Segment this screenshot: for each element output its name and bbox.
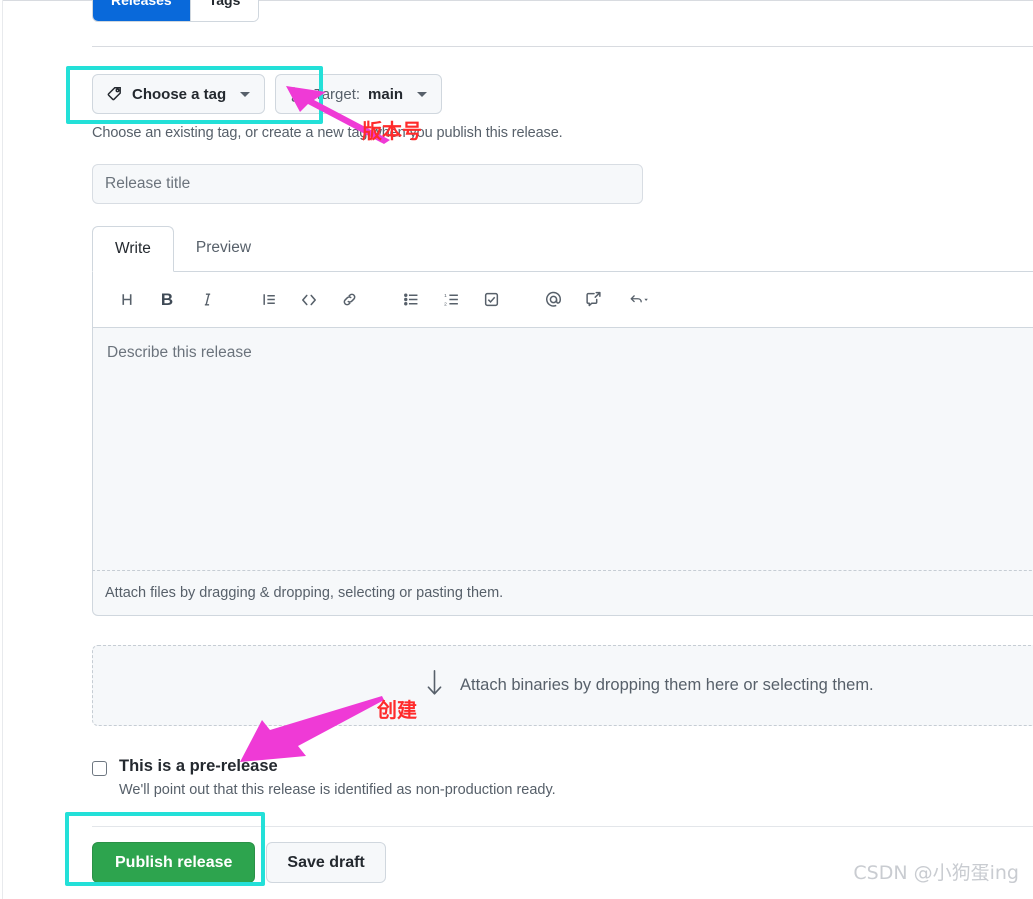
tag-icon <box>107 86 124 103</box>
link-icon[interactable] <box>332 283 366 317</box>
form-actions: Publish release Save draft <box>92 842 386 883</box>
target-branch-value: main <box>368 85 404 103</box>
release-title-placeholder: Release title <box>105 175 191 192</box>
release-title-input[interactable]: Release title <box>92 164 643 204</box>
prerelease-checkbox[interactable] <box>92 761 107 776</box>
bold-icon[interactable]: B <box>150 283 184 317</box>
attach-files-hint-label: Attach files by dragging & dropping, sel… <box>105 585 504 601</box>
save-draft-button[interactable]: Save draft <box>266 842 386 883</box>
unordered-list-icon[interactable] <box>394 283 428 317</box>
prerelease-description: We'll point out that this release is ide… <box>119 782 556 798</box>
markdown-toolbar: B 1 2 <box>92 272 1033 327</box>
attach-binaries-label: Attach binaries by dropping them here or… <box>460 676 874 694</box>
annotation-create: 创建 <box>377 698 417 722</box>
tag-help-text: Choose an existing tag, or create a new … <box>92 125 563 141</box>
publish-release-button[interactable]: Publish release <box>92 842 256 883</box>
git-branch-icon <box>290 86 306 103</box>
release-body-editor: Write Preview B 1 2 Describe this releas… <box>92 226 1033 631</box>
tab-tags[interactable]: Tags <box>189 0 259 21</box>
choose-tag-label: Choose a tag <box>132 85 227 103</box>
svg-text:1: 1 <box>444 293 447 299</box>
svg-text:2: 2 <box>444 301 447 307</box>
actions-divider <box>92 826 1033 827</box>
reference-icon[interactable] <box>616 283 660 317</box>
attach-files-hint[interactable]: Attach files by dragging & dropping, sel… <box>92 570 1033 616</box>
prerelease-label[interactable]: This is a pre-release <box>119 757 278 776</box>
editor-tabgroup: Write Preview <box>92 226 1033 272</box>
attach-binaries-dropzone[interactable]: Attach binaries by dropping them here or… <box>92 645 1033 726</box>
choose-tag-button[interactable]: Choose a tag <box>92 74 266 114</box>
annotation-version-number: 版本号 <box>362 119 422 143</box>
saved-reply-icon[interactable] <box>576 283 610 317</box>
section-divider <box>92 46 1033 47</box>
task-list-icon[interactable] <box>474 283 508 317</box>
italic-icon[interactable] <box>190 283 224 317</box>
left-chrome-rail <box>0 0 3 899</box>
prerelease-section: This is a pre-release We'll point out th… <box>92 757 556 798</box>
chevron-down-icon[interactable] <box>240 91 251 97</box>
target-prefix-label: Target: <box>314 85 361 103</box>
tab-releases[interactable]: Releases <box>93 0 190 21</box>
tab-write[interactable]: Write <box>92 226 174 272</box>
code-icon[interactable] <box>292 283 326 317</box>
quote-icon[interactable] <box>252 283 286 317</box>
release-create-page: Releases Tags Choose a tag Target: main … <box>0 0 1033 899</box>
tag-target-row: Choose a tag Target: main <box>92 74 443 114</box>
ordered-list-icon[interactable]: 1 2 <box>434 283 468 317</box>
target-branch-button[interactable]: Target: main <box>275 74 443 114</box>
heading-icon[interactable] <box>110 283 144 317</box>
mention-icon[interactable] <box>536 283 570 317</box>
release-body-placeholder: Describe this release <box>107 344 252 361</box>
tab-preview[interactable]: Preview <box>174 225 273 271</box>
release-body-textarea[interactable]: Describe this release <box>92 327 1033 570</box>
csdn-watermark: CSDN @小狗蛋ing <box>853 862 1019 884</box>
download-arrow-icon <box>423 668 446 703</box>
releases-tags-tabgroup[interactable]: Releases Tags <box>92 0 260 22</box>
chevron-down-icon[interactable] <box>417 91 428 97</box>
